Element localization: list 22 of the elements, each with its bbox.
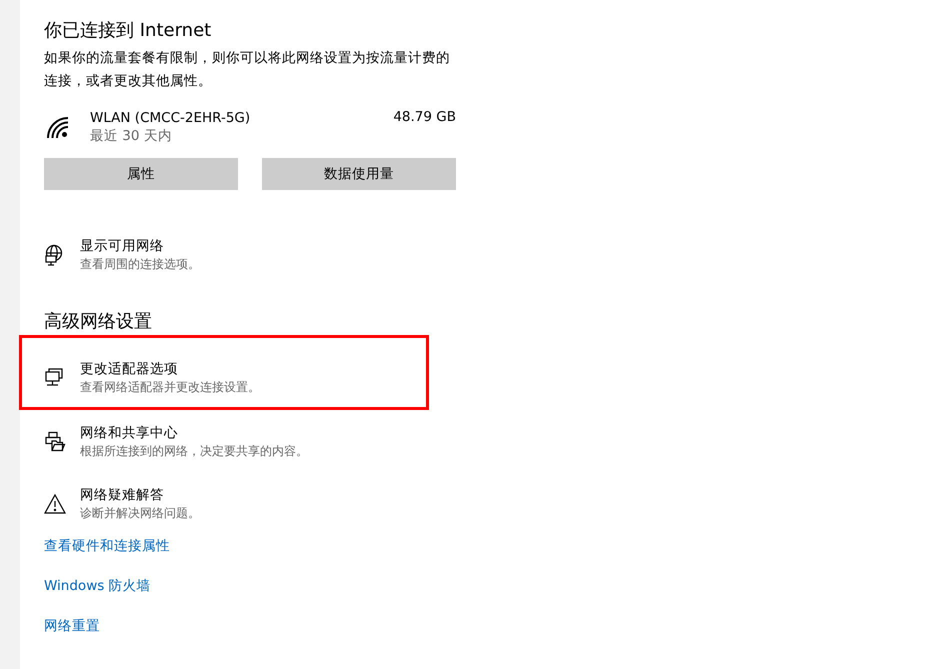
setting-description: 根据所连接到的网络，决定要共享的内容。 [80, 443, 308, 460]
settings-link[interactable]: 查看硬件和连接属性 [44, 536, 170, 556]
usage-period: 最近 30 天内 [90, 127, 173, 145]
warning-icon [44, 493, 66, 515]
setting-title[interactable]: 网络和共享中心 [80, 424, 308, 442]
setting-description: 诊断并解决网络问题。 [80, 505, 200, 522]
sharing-icon [44, 431, 66, 453]
setting-description: 查看网络适配器并更改连接设置。 [80, 379, 260, 396]
setting-title[interactable]: 更改适配器选项 [80, 360, 260, 378]
action-button[interactable]: 属性 [44, 158, 238, 190]
setting-title[interactable]: 网络疑难解答 [80, 486, 200, 504]
action-button[interactable]: 数据使用量 [262, 158, 456, 190]
settings-link[interactable]: Windows 防火墙 [44, 576, 151, 596]
data-usage: 48.79 GB [393, 109, 456, 125]
settings-link[interactable]: 网络重置 [44, 616, 100, 636]
network-name: WLAN (CMCC-2EHR-5G) [90, 109, 252, 127]
setting-description: 查看周围的连接选项。 [80, 256, 200, 273]
section-heading: 高级网络设置 [44, 310, 153, 334]
status-description: 如果你的流量套餐有限制，则你可以将此网络设置为按流量计费的连接，或者更改其他属性。 [44, 49, 451, 91]
wifi-icon [44, 114, 70, 140]
section-heading: 你已连接到 Internet [44, 19, 212, 43]
setting-title[interactable]: 显示可用网络 [80, 237, 200, 255]
